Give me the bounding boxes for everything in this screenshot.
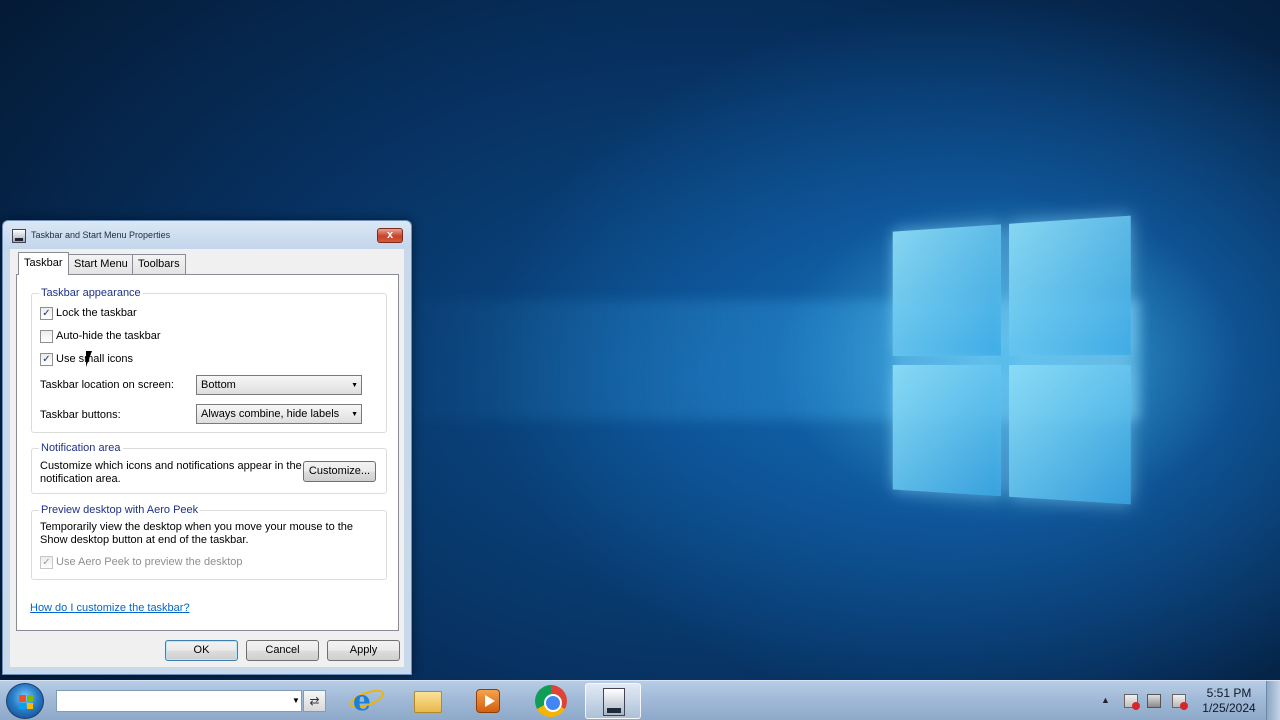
- small-icons-checkbox[interactable]: ✓: [40, 352, 53, 366]
- lock-taskbar-checkbox[interactable]: ✓: [40, 306, 53, 320]
- group-title: Notification area: [39, 442, 123, 454]
- tab-toolbars[interactable]: Toolbars: [132, 254, 186, 274]
- location-label: Taskbar location on screen:: [40, 379, 174, 391]
- tab-taskbar[interactable]: Taskbar: [18, 252, 69, 275]
- taskbar: ▼ ⇄ e ▲ 5:51 PM 1/25/2024: [0, 680, 1280, 720]
- chrome-button[interactable]: [523, 683, 579, 719]
- internet-explorer-letter-icon: e: [353, 684, 371, 717]
- file-explorer-icon: [414, 691, 442, 713]
- taskbar-properties-dialog: Taskbar and Start Menu Properties x Task…: [2, 220, 412, 675]
- description-line: Show desktop button at end of the taskba…: [40, 534, 249, 546]
- monitor-icon[interactable]: [1147, 694, 1161, 708]
- taskbar-appearance-group: Taskbar appearance ✓ Lock the taskbar Au…: [31, 287, 387, 433]
- tab-start-menu[interactable]: Start Menu: [68, 254, 134, 274]
- description-line: Temporarily view the desktop when you mo…: [40, 521, 354, 533]
- notification-area-group: Notification area Customize which icons …: [31, 442, 387, 494]
- apply-button[interactable]: Apply: [327, 640, 400, 661]
- logo-pane: [892, 365, 1001, 497]
- logo-pane: [1009, 365, 1131, 505]
- logo-pane: [1009, 215, 1131, 356]
- media-player-button[interactable]: [460, 683, 516, 719]
- checkbox-label: Use Aero Peek to preview the desktop: [56, 556, 243, 568]
- autohide-taskbar-row[interactable]: Auto-hide the taskbar: [40, 329, 161, 343]
- dropdown-value: Always combine, hide labels: [201, 408, 340, 420]
- windows-start-icon: [19, 695, 33, 709]
- dropdown-arrow-icon: ▼: [351, 382, 358, 389]
- dialog-title: Taskbar and Start Menu Properties: [31, 230, 171, 240]
- close-button[interactable]: x: [377, 228, 403, 243]
- buttons-label: Taskbar buttons:: [40, 409, 121, 421]
- media-player-icon: [476, 689, 500, 713]
- aero-peek-checkbox: ✓: [40, 555, 53, 569]
- notification-description: Customize which icons and notifications …: [40, 460, 302, 486]
- chrome-icon: [535, 685, 567, 717]
- clock-time: 5:51 PM: [1206, 686, 1252, 700]
- customize-button[interactable]: Customize...: [303, 461, 376, 482]
- logo-pane: [892, 224, 1001, 357]
- clock-date: 1/25/2024: [1202, 701, 1256, 715]
- taskbar-buttons-dropdown[interactable]: Always combine, hide labels ▼: [196, 404, 362, 424]
- description-line: Customize which icons and notifications …: [40, 460, 302, 472]
- checkbox-label: Lock the taskbar: [56, 307, 137, 319]
- ok-button[interactable]: OK: [165, 640, 238, 661]
- taskbar-properties-icon: [12, 229, 26, 243]
- internet-explorer-button[interactable]: e: [340, 683, 396, 719]
- taskbar-properties-icon: [603, 688, 625, 716]
- aero-peek-group: Preview desktop with Aero Peek Temporari…: [31, 504, 387, 580]
- go-button[interactable]: ⇄: [303, 690, 326, 712]
- dialog-client-area: Taskbar Start Menu Toolbars Taskbar appe…: [10, 249, 404, 667]
- dropdown-value: Bottom: [201, 379, 236, 391]
- aero-peek-description: Temporarily view the desktop when you mo…: [40, 521, 353, 547]
- address-dropdown-arrow-icon[interactable]: ▼: [292, 696, 300, 705]
- network-icon[interactable]: [1124, 694, 1140, 710]
- taskbar-properties-button[interactable]: [585, 683, 641, 719]
- cancel-button[interactable]: Cancel: [246, 640, 319, 661]
- windows-logo-graphic: [892, 215, 1140, 515]
- dropdown-arrow-icon: ▼: [351, 411, 358, 418]
- mouse-cursor-icon: [86, 351, 98, 367]
- start-button[interactable]: [6, 683, 44, 719]
- group-title: Preview desktop with Aero Peek: [39, 504, 201, 516]
- group-title: Taskbar appearance: [39, 287, 143, 299]
- show-desktop-button[interactable]: [1266, 681, 1280, 720]
- aero-peek-row: ✓ Use Aero Peek to preview the desktop: [40, 555, 243, 569]
- lock-taskbar-row[interactable]: ✓ Lock the taskbar: [40, 306, 137, 320]
- address-toolbar-input[interactable]: [56, 690, 302, 712]
- tab-panel: Taskbar appearance ✓ Lock the taskbar Au…: [16, 274, 399, 631]
- description-line: notification area.: [40, 473, 121, 485]
- system-clock[interactable]: 5:51 PM 1/25/2024: [1196, 686, 1262, 716]
- show-hidden-icons-icon[interactable]: ▲: [1101, 695, 1110, 705]
- volume-icon[interactable]: [1172, 694, 1188, 710]
- dialog-titlebar[interactable]: Taskbar and Start Menu Properties x: [3, 221, 411, 249]
- help-link[interactable]: How do I customize the taskbar?: [30, 602, 190, 614]
- checkbox-label: Auto-hide the taskbar: [56, 330, 161, 342]
- file-explorer-button[interactable]: [400, 683, 456, 719]
- location-dropdown[interactable]: Bottom ▼: [196, 375, 362, 395]
- autohide-taskbar-checkbox[interactable]: [40, 329, 53, 343]
